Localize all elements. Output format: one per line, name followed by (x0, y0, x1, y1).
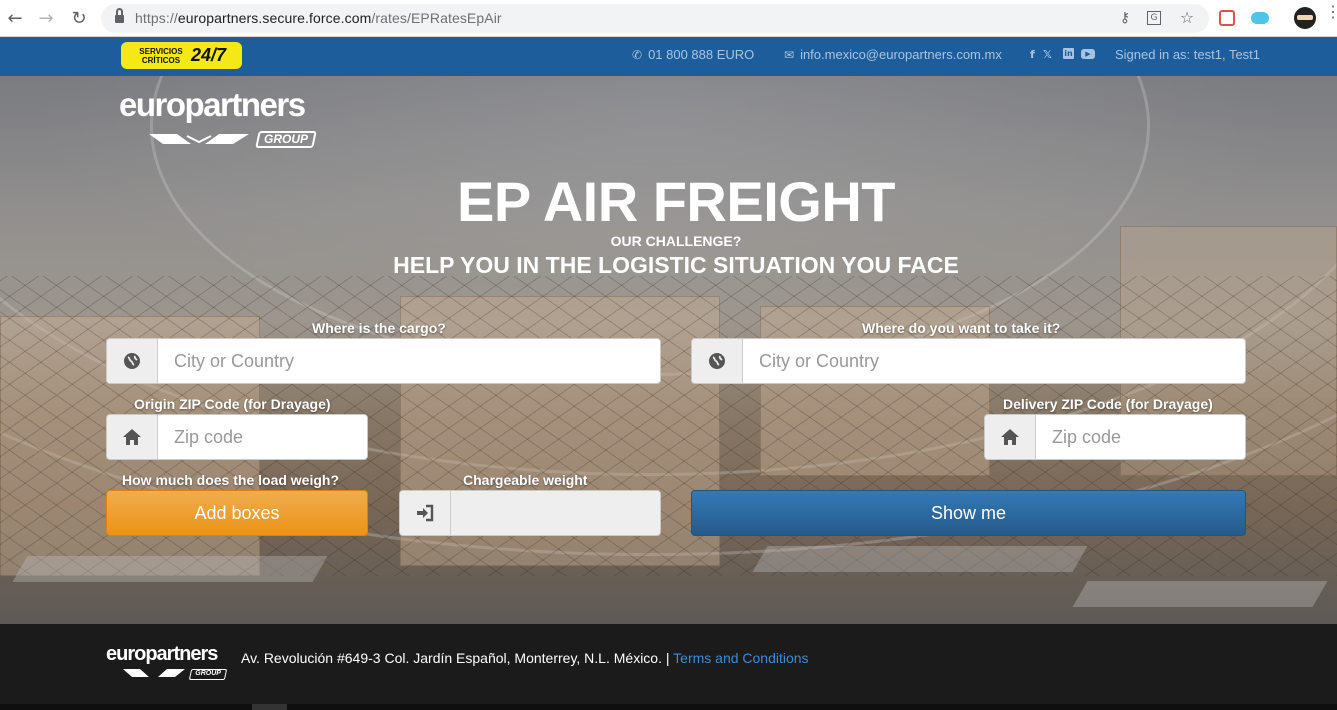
globe-icon (692, 339, 743, 383)
twitter-icon[interactable]: 𝕏 (1043, 48, 1052, 61)
sign-in-icon (400, 491, 451, 535)
badge-text-small: SERVICIOS CRÍTICOS (139, 47, 183, 65)
envelope-icon: ✉ (784, 48, 795, 62)
key-icon[interactable]: ⚷ (1116, 9, 1134, 27)
back-arrow-icon[interactable]: ← (4, 8, 26, 30)
email-contact[interactable]: ✉ info.mexico@europartners.com.mx (784, 47, 1002, 62)
footer-logo[interactable]: europartners GROUP (106, 643, 236, 680)
logo-wordmark: europartners (119, 86, 306, 123)
hero-section: europartners GROUP EP AIR FREIGHT OUR CH… (0, 76, 1337, 624)
add-boxes-button[interactable]: Add boxes (106, 490, 368, 536)
star-icon[interactable]: ☆ (1178, 9, 1196, 27)
page-title: EP AIR FREIGHT (457, 170, 895, 233)
footer-address-line: Av. Revolución #649-3 Col. Jardín Españo… (241, 650, 809, 666)
extension-shield-icon[interactable] (1219, 10, 1235, 26)
footer: europartners GROUP Av. Revolución #649-3… (0, 624, 1337, 710)
reload-icon[interactable]: ↻ (68, 8, 90, 30)
email-text: info.mexico@europartners.com.mx (800, 47, 1002, 62)
youtube-icon[interactable]: ▶ (1081, 49, 1095, 59)
handshake-mark-icon (149, 134, 249, 144)
url-text: https://europartners.secure.force.com/ra… (135, 10, 502, 26)
show-me-button[interactable]: Show me (691, 490, 1246, 536)
terms-and-conditions-link[interactable]: Terms and Conditions (673, 650, 808, 666)
badge-text-big: 24/7 (191, 45, 227, 65)
europartners-logo[interactable]: europartners GROUP (119, 86, 335, 148)
home-icon (985, 415, 1036, 459)
browser-toolbar: ← → ↻ https://europartners.secure.force.… (0, 0, 1337, 37)
forward-arrow-icon[interactable]: → (35, 8, 57, 30)
address-bar[interactable]: https://europartners.secure.force.com/ra… (101, 4, 1209, 33)
linkedin-icon[interactable]: in (1063, 48, 1074, 59)
globe-icon (107, 339, 158, 383)
hero-subtitle: HELP YOU IN THE LOGISTIC SITUATION YOU F… (393, 252, 959, 278)
origin-input[interactable] (158, 339, 660, 383)
logo-group-text: GROUP (263, 132, 308, 146)
critical-services-badge: SERVICIOS CRÍTICOS 24/7 (121, 42, 242, 69)
footer-logo-group-text: GROUP (195, 670, 221, 677)
phone-contact[interactable]: ✆ 01 800 888 EURO (632, 47, 754, 62)
destination-input[interactable] (743, 339, 1245, 383)
delivery-zip-field (984, 414, 1246, 460)
delivery-zip-input[interactable] (1036, 415, 1245, 459)
origin-zip-field (106, 414, 368, 460)
phone-text: 01 800 888 EURO (648, 47, 755, 62)
footer-logo-group-box: GROUP (188, 669, 228, 680)
signed-in-text: Signed in as: test1, Test1 (1115, 47, 1261, 62)
origin-zip-input[interactable] (158, 415, 367, 459)
chargeable-weight-label: Chargeable weight (463, 472, 588, 488)
phone-icon: ✆ (632, 48, 643, 62)
logo-group-box: GROUP (255, 131, 317, 148)
delivery-zip-label: Delivery ZIP Code (for Drayage) (1003, 396, 1213, 412)
hero-subtitle-small: OUR CHALLENGE? (610, 233, 742, 249)
destination-label: Where do you want to take it? (862, 320, 1061, 336)
footer-address: Av. Revolución #649-3 Col. Jardín Españo… (241, 650, 670, 666)
chargeable-weight-field (399, 490, 661, 536)
footer-strip-segment (252, 704, 287, 710)
origin-zip-label: Origin ZIP Code (for Drayage) (134, 396, 331, 412)
destination-field (691, 338, 1246, 384)
facebook-icon[interactable]: f (1030, 48, 1035, 61)
menu-icon[interactable]: ⋮ (1325, 5, 1337, 26)
footer-logo-wordmark: europartners (106, 643, 218, 665)
origin-label: Where is the cargo? (312, 320, 446, 336)
home-icon (107, 415, 158, 459)
profile-avatar[interactable] (1294, 7, 1316, 29)
origin-field (106, 338, 661, 384)
extension-cloud-icon[interactable] (1251, 12, 1269, 24)
lock-icon (115, 8, 124, 24)
footer-handshake-mark-icon (123, 669, 185, 677)
footer-bottom-strip (0, 704, 1337, 710)
top-info-bar: SERVICIOS CRÍTICOS 24/7 ✆ 01 800 888 EURO… (0, 37, 1337, 76)
chargeable-weight-input[interactable] (451, 491, 660, 535)
weight-label: How much does the load weigh? (122, 472, 340, 488)
translate-icon[interactable]: G (1147, 11, 1161, 25)
